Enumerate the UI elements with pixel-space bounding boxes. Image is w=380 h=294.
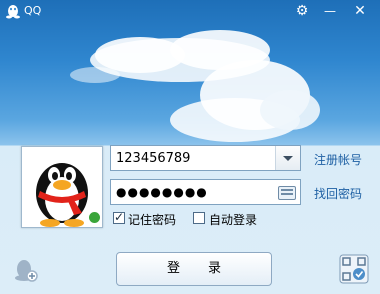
auto-login-checkbox[interactable] [193,212,205,224]
qr-code-login-icon[interactable] [339,254,369,284]
recover-password-link[interactable]: 找回密码 [314,185,362,202]
remember-password-checkbox[interactable] [113,210,125,224]
add-account-icon[interactable] [13,257,39,283]
qq-penguin-icon [6,5,20,19]
account-dropdown-chevron-icon[interactable] [275,146,300,170]
password-input[interactable] [116,183,276,201]
minimize-button[interactable]: — [316,0,344,22]
account-combobox[interactable] [110,145,301,171]
app-title: QQ [24,4,42,17]
title-bar[interactable]: QQ ⚙ — ✕ [0,0,380,22]
settings-gear-icon[interactable]: ⚙ [288,0,316,22]
online-status-icon [88,211,101,224]
qq-login-window: QQ ⚙ — ✕ 注册帐号 找回密码 记住密码 [0,0,380,294]
password-field[interactable] [110,179,301,205]
close-button[interactable]: ✕ [346,0,374,22]
login-button[interactable]: 登录 [116,252,272,286]
remember-password-label[interactable]: 记住密码 [128,211,176,228]
account-input[interactable] [116,149,276,167]
soft-keyboard-icon[interactable] [278,186,296,200]
register-account-link[interactable]: 注册帐号 [314,151,362,168]
auto-login-label[interactable]: 自动登录 [209,211,257,228]
